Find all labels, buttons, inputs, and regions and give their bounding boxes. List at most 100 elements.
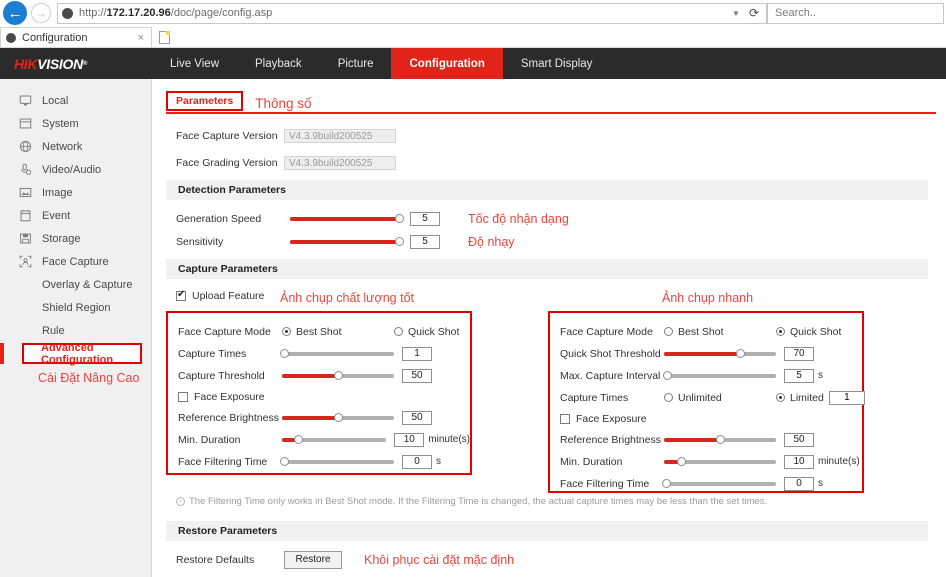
picture-icon [18,185,33,200]
left-capture-times-value[interactable]: 1 [402,346,432,361]
face-capture-icon [18,254,33,269]
right-quick-shot-option[interactable]: Quick Shot [776,326,888,338]
quick-shot-threshold-slider[interactable] [664,348,776,359]
face-capture-version-row: Face Capture Version V4.3.9build200525 [176,126,946,146]
capture-times-unlimited-radio[interactable] [664,393,673,402]
left-min-duration-value[interactable]: 10 [394,432,425,447]
right-face-filtering-time-value[interactable]: 0 [784,476,814,491]
face-capture-version-value: V4.3.9build200525 [284,129,396,143]
browser-search-input[interactable]: Search.. [767,2,944,24]
tab-parameters[interactable]: Parameters [166,91,244,111]
left-quick-shot-option[interactable]: Quick Shot [394,326,506,338]
slider-knob[interactable] [394,237,404,246]
nav-configuration[interactable]: Configuration [391,48,503,79]
quick-shot-panel: Face Capture Mode Best Shot Quick Shot Q… [548,311,865,493]
right-best-shot-radio[interactable] [664,327,673,336]
capture-times-limited-label: Limited [790,391,824,404]
generation-speed-slider[interactable] [290,213,404,224]
sidebar-item-video-audio[interactable]: Video/Audio [0,158,151,181]
right-face-exposure-row[interactable]: Face Exposure [560,409,862,429]
sidebar-item-advanced-configuration[interactable]: Advanced Configuration [22,342,142,366]
close-icon[interactable]: × [136,32,146,44]
left-face-exposure-row[interactable]: Face Exposure [178,387,470,407]
slider-knob[interactable] [334,413,343,422]
left-face-filtering-time-unit: s [436,456,441,467]
right-face-capture-mode-label: Face Capture Mode [560,325,653,338]
left-face-capture-mode-label: Face Capture Mode [178,325,271,338]
sensitivity-vietnamese: Độ nhạy [468,234,515,249]
right-min-duration-unit: minute(s) [818,456,860,467]
forward-arrow-icon[interactable]: → [31,3,51,23]
left-best-shot-option[interactable]: Best Shot [282,326,394,338]
back-arrow-icon[interactable]: ← [3,1,27,25]
left-best-shot-radio[interactable] [282,327,291,336]
nav-live-view[interactable]: Live View [152,48,237,79]
slider-knob[interactable] [676,457,686,466]
nav-smart-display[interactable]: Smart Display [503,48,611,79]
left-quick-shot-radio[interactable] [394,327,403,336]
slider-track [282,351,394,356]
nav-playback[interactable]: Playback [237,48,320,79]
capture-times-unlimited-option[interactable]: Unlimited [664,392,776,404]
right-face-filtering-time-slider[interactable] [662,478,776,489]
detection-parameters-header: Detection Parameters [166,180,928,200]
reload-icon[interactable]: ⟳ [749,6,759,20]
left-face-exposure-checkbox[interactable] [178,392,188,402]
right-best-shot-option[interactable]: Best Shot [664,326,776,338]
max-capture-interval-value[interactable]: 5 [784,368,814,383]
slider-knob[interactable] [293,435,303,444]
address-bar[interactable]: http://172.17.20.96/doc/page/config.asp … [57,2,767,24]
restore-button[interactable]: Restore [284,551,342,569]
slider-knob[interactable] [334,371,343,380]
capture-times-limited-option[interactable]: Limited 1 [776,390,865,405]
max-capture-interval-slider[interactable] [663,370,776,381]
sidebar-item-face-capture[interactable]: Face Capture [0,250,151,273]
sidebar-vietnamese-note: Cài Đặt Nâng Cao [38,371,140,385]
nav-picture[interactable]: Picture [320,48,392,79]
left-face-filtering-time-slider[interactable] [280,456,394,467]
browser-tab-configuration[interactable]: Configuration × [0,27,152,47]
slider-knob[interactable] [663,371,673,380]
left-capture-times-slider[interactable] [280,348,394,359]
sidebar-item-overlay-capture[interactable]: Overlay & Capture [0,273,151,296]
sidebar-item-shield-region[interactable]: Shield Region [0,296,151,319]
capture-times-limited-input[interactable]: 1 [828,390,865,405]
chevron-down-icon[interactable]: ▼ [732,9,740,18]
left-capture-threshold-value[interactable]: 50 [402,368,432,383]
right-face-exposure-checkbox[interactable] [560,414,570,424]
left-reference-brightness-value[interactable]: 50 [402,410,432,425]
left-min-duration-slider[interactable] [282,434,387,445]
sidebar-item-network[interactable]: Network [0,135,151,158]
sidebar-item-storage[interactable]: Storage [0,227,151,250]
right-quick-shot-radio[interactable] [776,327,785,336]
sensitivity-slider[interactable] [290,236,404,247]
right-reference-brightness-value[interactable]: 50 [784,432,814,447]
sidebar-item-image[interactable]: Image [0,181,151,204]
right-face-exposure-label: Face Exposure [576,413,647,425]
slider-knob[interactable] [736,349,746,358]
left-capture-threshold-slider[interactable] [282,370,394,381]
new-tab-button[interactable] [155,27,173,47]
right-min-duration-slider[interactable] [664,456,776,467]
sidebar-item-event[interactable]: Event [0,204,151,227]
selection-marker [0,343,4,364]
slider-knob[interactable] [716,435,725,444]
slider-knob[interactable] [662,479,671,488]
right-min-duration-value[interactable]: 10 [784,454,814,469]
slider-knob[interactable] [280,457,289,466]
left-face-exposure-label: Face Exposure [194,391,265,403]
quick-shot-threshold-value[interactable]: 70 [784,346,814,361]
slider-knob[interactable] [280,349,289,358]
sensitivity-value[interactable]: 5 [410,234,440,249]
upload-feature-checkbox[interactable] [176,289,186,301]
capture-times-limited-radio[interactable] [776,393,785,402]
left-face-filtering-time-value[interactable]: 0 [402,454,432,469]
sidebar-item-local[interactable]: Local [0,89,151,112]
left-reference-brightness-slider[interactable] [282,412,394,423]
generation-speed-value[interactable]: 5 [410,211,440,226]
best-shot-panel: Face Capture Mode Best Shot Quick Shot C… [166,311,472,475]
sidebar-item-system[interactable]: System [0,112,151,135]
sidebar-item-rule[interactable]: Rule [0,319,151,342]
right-reference-brightness-slider[interactable] [664,434,776,445]
slider-knob[interactable] [394,214,404,223]
